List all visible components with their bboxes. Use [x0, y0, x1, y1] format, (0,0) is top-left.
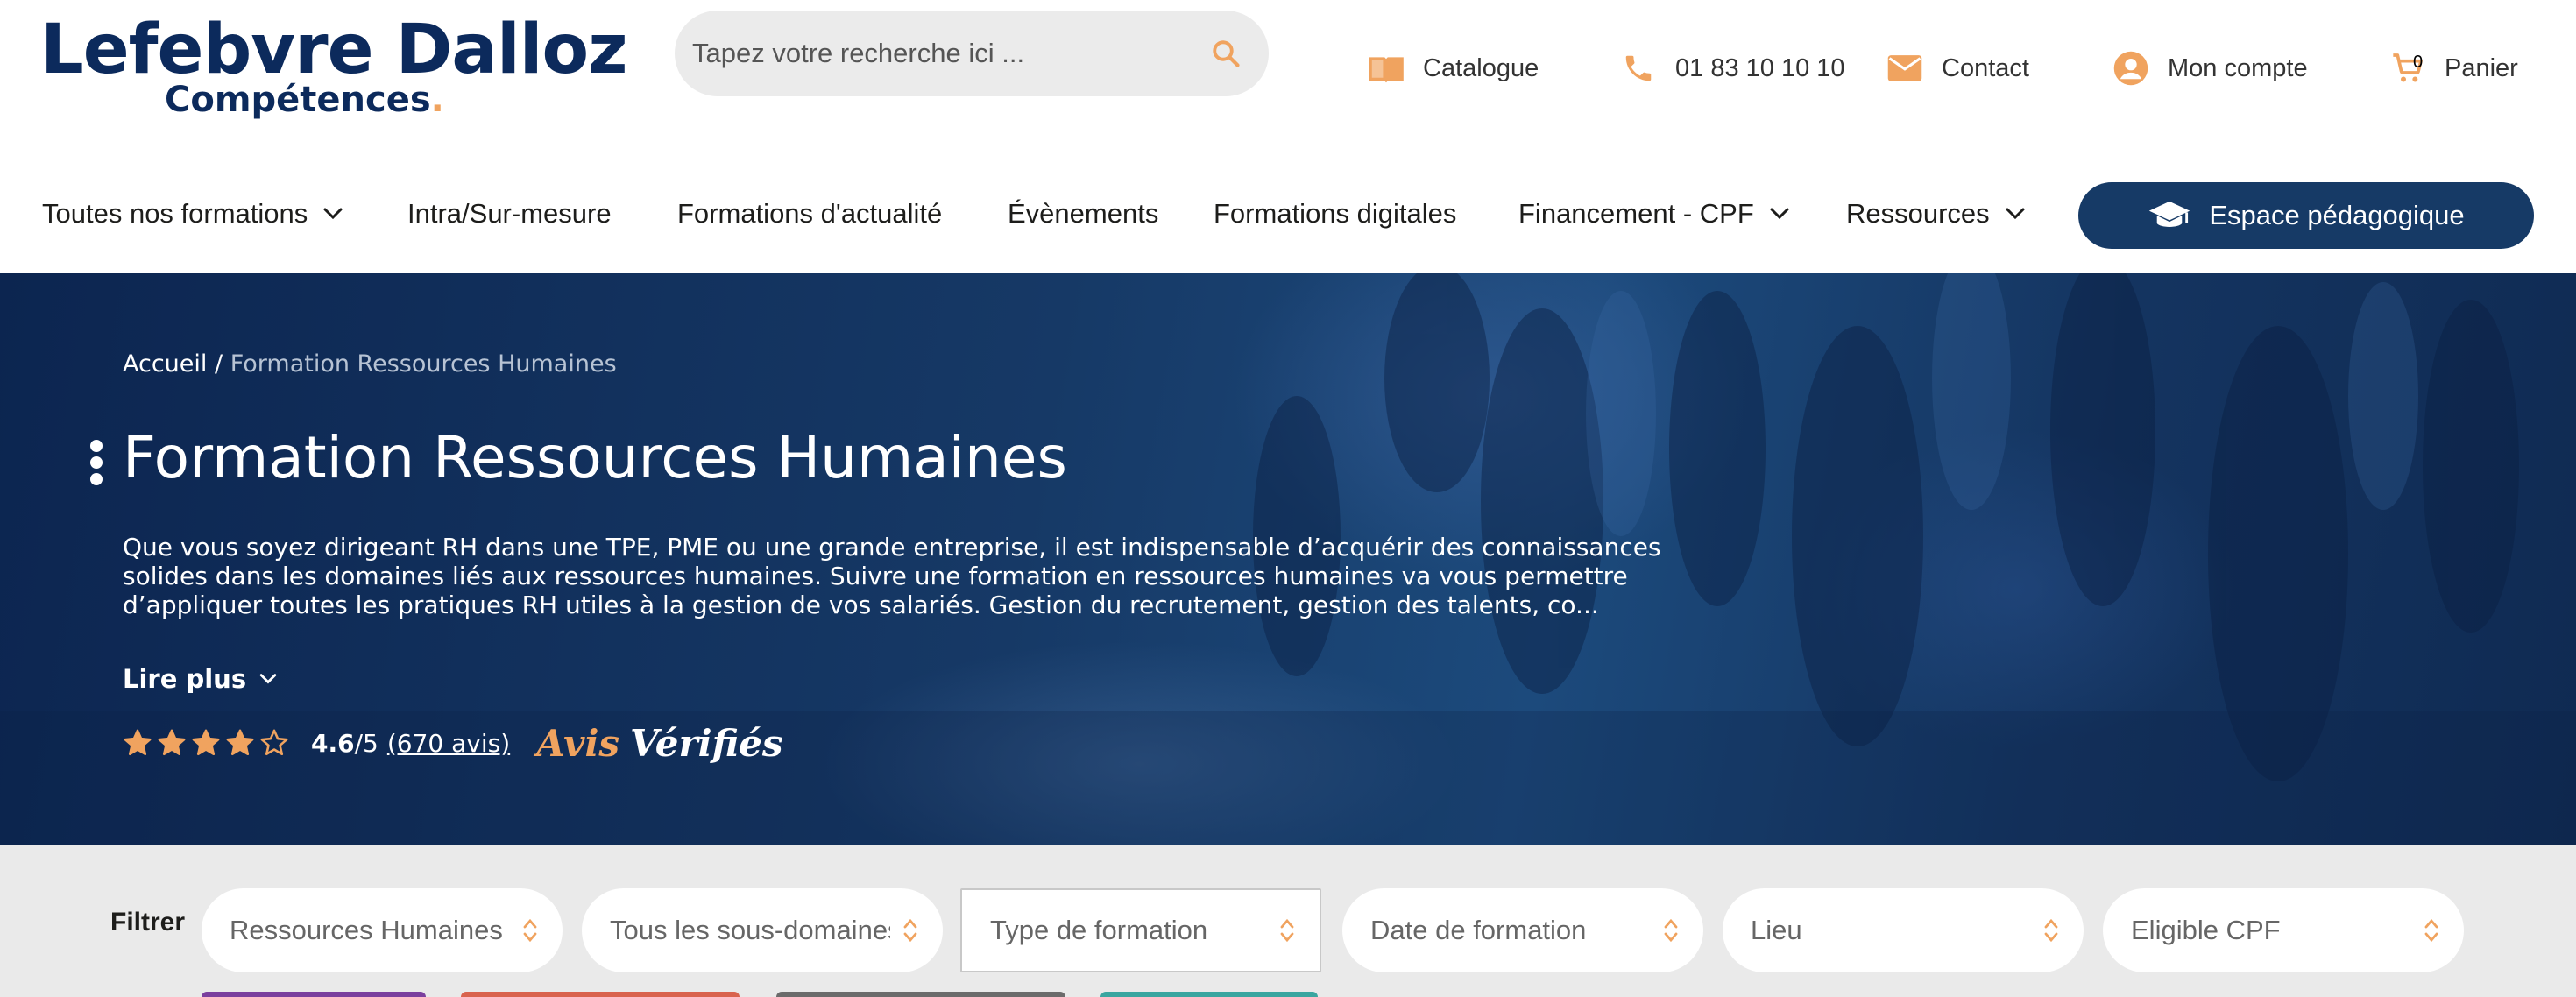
catalogue-label: Catalogue: [1423, 53, 1539, 82]
cpf-select[interactable]: Eligible CPF: [2103, 888, 2464, 972]
contact-label: Contact: [1942, 53, 2029, 82]
contact-link[interactable]: Contact: [1886, 42, 2029, 95]
mail-icon: [1886, 49, 1924, 88]
training-date-select[interactable]: Date de formation: [1342, 888, 1703, 972]
star-filled-icon: [226, 729, 254, 756]
select-value: Tous les sous-domaines: [610, 915, 890, 945]
star-filled-icon: [158, 729, 186, 756]
star-filled-icon: [192, 729, 220, 756]
category-tab[interactable]: [1100, 992, 1318, 997]
location-select[interactable]: Lieu: [1723, 888, 2084, 972]
sort-arrows-icon: [1276, 913, 1299, 948]
select-value: Ressources Humaines: [230, 915, 503, 945]
nav-item-label: Ressources: [1846, 198, 1990, 229]
sort-arrows-icon: [2420, 913, 2443, 948]
nav-item-financement[interactable]: Financement - CPF: [1518, 184, 1791, 244]
sort-arrows-icon: [1660, 913, 1682, 948]
chevron-down-icon: [1768, 202, 1791, 225]
breadcrumb-home[interactable]: Accueil: [123, 350, 207, 378]
utility-links: Catalogue 01 83 10 10 10 Contact Mon com…: [0, 42, 2576, 95]
rating-stars: [123, 728, 294, 758]
filter-bar: Filtrer Ressources Humaines Tous les sou…: [0, 845, 2576, 997]
account-link[interactable]: Mon compte: [2112, 42, 2308, 95]
cart-icon: 0: [2388, 49, 2427, 88]
nav-item-intra[interactable]: Intra/Sur-mesure: [407, 184, 612, 244]
star-filled-icon: [124, 729, 152, 756]
site-header: Lefebvre Dalloz Compétences. Catalogue 0…: [0, 0, 2576, 273]
account-label: Mon compte: [2168, 53, 2308, 82]
select-value: Type de formation: [990, 915, 1208, 945]
page-description: Que vous soyez dirigeant RH dans une TPE…: [123, 533, 1661, 619]
rating: 4.6/5 (670 avis) Avis Vérifiés: [123, 720, 783, 766]
hero-banner: Accueil / Formation Ressources Humaines …: [0, 273, 2576, 845]
espace-pedagogique-button[interactable]: Espace pédagogique: [2078, 182, 2534, 249]
avis-logo-word-b: Vérifiés: [630, 721, 783, 765]
page-title: Formation Ressources Humaines: [123, 424, 1067, 491]
sort-arrows-icon: [519, 913, 541, 948]
book-icon: [1367, 49, 1405, 88]
cart-label: Panier: [2445, 53, 2518, 82]
avis-verifies-logo: Avis Vérifiés: [536, 722, 782, 765]
reviews-link[interactable]: (670 avis): [387, 729, 510, 758]
phone-icon: [1619, 49, 1658, 88]
sort-arrows-icon: [2040, 913, 2063, 948]
breadcrumb: Accueil / Formation Ressources Humaines: [123, 350, 617, 378]
graduation-cap-icon: [2148, 198, 2193, 233]
breadcrumb-separator: /: [207, 350, 230, 378]
category-tab[interactable]: [202, 992, 426, 997]
cart-link[interactable]: 0 Panier: [2388, 42, 2518, 95]
training-type-select[interactable]: Type de formation: [960, 888, 1321, 972]
rating-score: 4.6/5: [311, 729, 379, 758]
breadcrumb-current: Formation Ressources Humaines: [230, 350, 617, 378]
cart-count-badge: 0: [2413, 53, 2424, 72]
sort-arrows-icon: [899, 913, 922, 948]
nav-item-label: Intra/Sur-mesure: [407, 198, 612, 229]
user-icon: [2112, 49, 2150, 88]
category-tab[interactable]: [776, 992, 1065, 997]
nav-item-ressources[interactable]: Ressources: [1846, 184, 2027, 244]
domain-select[interactable]: Ressources Humaines: [202, 888, 563, 972]
read-more-button[interactable]: Lire plus: [123, 664, 280, 694]
nav-item-label: Évènements: [1008, 198, 1159, 229]
phone-number: 01 83 10 10 10: [1675, 53, 1845, 82]
nav-item-digitales[interactable]: Formations digitales: [1214, 184, 1456, 244]
chevron-down-icon: [258, 668, 280, 689]
rating-max: /5: [354, 728, 379, 758]
avis-logo-word-a: Avis: [536, 721, 620, 765]
category-tab[interactable]: [461, 992, 740, 997]
select-value: Lieu: [1751, 915, 1802, 945]
nav-item-actualite[interactable]: Formations d'actualité: [677, 184, 942, 244]
select-value: Date de formation: [1370, 915, 1587, 945]
nav-item-label: Toutes nos formations: [42, 198, 308, 229]
rating-value: 4.6: [311, 728, 355, 758]
select-value: Eligible CPF: [2131, 915, 2281, 945]
nav-item-toutes-formations[interactable]: Toutes nos formations: [42, 184, 344, 244]
filter-label: Filtrer: [110, 908, 186, 937]
star-empty-icon: [260, 729, 288, 756]
nav-item-label: Financement - CPF: [1518, 198, 1754, 229]
nav-item-label: Formations digitales: [1214, 198, 1457, 229]
espace-label: Espace pédagogique: [2209, 200, 2465, 230]
nav-item-evenements[interactable]: Évènements: [1008, 184, 1158, 244]
phone-link[interactable]: 01 83 10 10 10: [1619, 42, 1845, 95]
subdomain-select[interactable]: Tous les sous-domaines: [582, 888, 943, 972]
more-options-icon[interactable]: [88, 440, 105, 492]
chevron-down-icon: [2004, 202, 2027, 225]
chevron-down-icon: [322, 202, 344, 225]
nav-item-label: Formations d'actualité: [677, 198, 943, 229]
catalogue-link[interactable]: Catalogue: [1367, 42, 1539, 95]
read-more-label: Lire plus: [123, 664, 247, 694]
